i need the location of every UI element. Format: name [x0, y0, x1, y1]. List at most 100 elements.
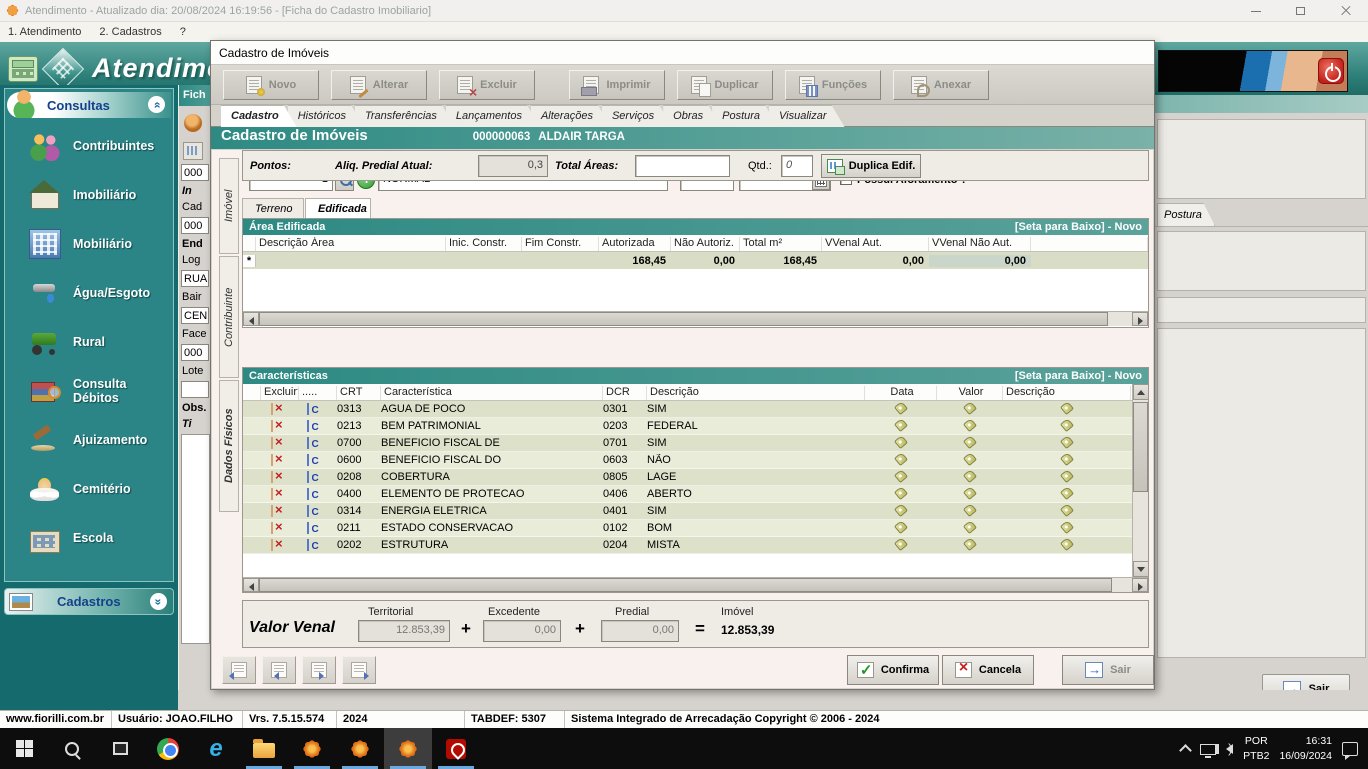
imprimir-button[interactable]: Imprimir	[569, 69, 665, 100]
scroll-left-button[interactable]	[243, 578, 259, 592]
back-tab-postura[interactable]: Postura	[1157, 203, 1215, 226]
characteristic-c-icon[interactable]	[307, 420, 309, 432]
sidebar-item-agua-esgoto[interactable]: Água/Esgoto	[5, 268, 173, 317]
descricao-tag-icon[interactable]	[1059, 402, 1075, 415]
descricao-tag-icon[interactable]	[1059, 538, 1075, 551]
tab-historicos[interactable]: Históricos	[288, 105, 364, 127]
valor-tag-icon[interactable]	[962, 487, 978, 500]
subtab-edificada[interactable]: Edificada	[305, 198, 371, 218]
funcoes-button[interactable]: Funções	[785, 69, 881, 100]
scroll-thumb[interactable]	[1133, 402, 1148, 492]
aliq-predial-input[interactable]: 0,3	[478, 155, 548, 177]
valor-tag-icon[interactable]	[962, 521, 978, 534]
back-field[interactable]	[181, 381, 209, 398]
first-record-button[interactable]	[222, 656, 256, 684]
tab-lancamentos[interactable]: Lançamentos	[446, 105, 540, 127]
start-button[interactable]	[0, 728, 48, 769]
sidebar-item-rural[interactable]: Rural	[5, 317, 173, 366]
fiorilli-app-button-1[interactable]	[288, 728, 336, 769]
descricao-tag-icon[interactable]	[1059, 453, 1075, 466]
sidebar-item-ajuizamento[interactable]: Ajuizamento	[5, 415, 173, 464]
sidebar-item-imobiliario[interactable]: Imobiliário	[5, 170, 173, 219]
sidebar-group-consultas[interactable]: Consultas	[7, 88, 171, 118]
data-tag-icon[interactable]	[893, 487, 909, 500]
valor-tag-icon[interactable]	[962, 504, 978, 517]
descricao-tag-icon[interactable]	[1059, 419, 1075, 432]
data-tag-icon[interactable]	[893, 504, 909, 517]
menu-atendimento[interactable]: 1. Atendimento	[8, 26, 81, 38]
characteristic-c-icon[interactable]	[307, 454, 309, 466]
valor-tag-icon[interactable]	[962, 436, 978, 449]
menu-cadastros[interactable]: 2. Cadastros	[99, 26, 161, 38]
next-record-button[interactable]	[302, 656, 336, 684]
sidebar-item-consulta-debitos[interactable]: Consulta Débitos	[5, 366, 173, 415]
clock[interactable]: 16:31 16/09/2024	[1279, 734, 1332, 762]
back-field[interactable]: 000	[181, 217, 209, 234]
characteristic-c-icon[interactable]	[307, 437, 309, 449]
table-row[interactable]: 0600 BENEFICIO FISCAL DO 0603 NÃO	[243, 452, 1132, 469]
descricao-tag-icon[interactable]	[1059, 470, 1075, 483]
tab-visualizar[interactable]: Visualizar	[769, 105, 845, 127]
valor-tag-icon[interactable]	[962, 453, 978, 466]
data-tag-icon[interactable]	[893, 436, 909, 449]
tab-postura[interactable]: Postura	[712, 105, 778, 127]
delete-row-icon[interactable]	[271, 403, 273, 415]
delete-row-icon[interactable]	[271, 488, 273, 500]
characteristic-c-icon[interactable]	[307, 505, 309, 517]
explorer-taskbar-button[interactable]	[240, 728, 288, 769]
delete-row-icon[interactable]	[271, 437, 273, 449]
sair-button[interactable]: Sair	[1062, 655, 1154, 685]
fiorilli-app-button-active[interactable]	[384, 728, 432, 769]
tab-servicos[interactable]: Serviços	[602, 105, 672, 127]
excluir-button[interactable]: Excluir	[439, 69, 535, 100]
novo-button[interactable]: Novo	[223, 69, 319, 100]
task-view-button[interactable]	[96, 728, 144, 769]
back-field[interactable]: RUA	[181, 270, 209, 287]
sidebar-group-cadastros[interactable]: Cadastros	[4, 588, 174, 615]
table-row[interactable]: 0313 AGUA DE POCO 0301 SIM	[243, 401, 1132, 418]
subtab-terreno[interactable]: Terreno	[242, 198, 304, 218]
delete-row-icon[interactable]	[271, 505, 273, 517]
data-tag-icon[interactable]	[893, 419, 909, 432]
qtd-input[interactable]: 0	[781, 155, 813, 177]
collapse-down-icon[interactable]	[150, 593, 167, 610]
data-tag-icon[interactable]	[893, 402, 909, 415]
minimize-button[interactable]	[1233, 0, 1278, 22]
table-row[interactable]: 0211 ESTADO CONSERVACAO 0102 BOM	[243, 520, 1132, 537]
acrobat-taskbar-button[interactable]	[432, 728, 480, 769]
fiorilli-app-button-2[interactable]	[336, 728, 384, 769]
back-tab-ficha[interactable]: Fich	[179, 85, 210, 106]
delete-row-icon[interactable]	[271, 420, 273, 432]
vtab-imovel[interactable]: Imóvel	[219, 158, 239, 254]
descricao-tag-icon[interactable]	[1059, 487, 1075, 500]
table-row[interactable]: 0202 ESTRUTURA 0204 MISTA	[243, 537, 1132, 554]
menu-help[interactable]: ?	[180, 26, 186, 38]
duplica-edif-button[interactable]: Duplica Edif.	[821, 154, 921, 178]
descricao-tag-icon[interactable]	[1059, 436, 1075, 449]
valor-tag-icon[interactable]	[962, 419, 978, 432]
delete-row-icon[interactable]	[271, 539, 273, 551]
taskbar-search-button[interactable]	[48, 728, 96, 769]
characteristic-c-icon[interactable]	[307, 488, 309, 500]
data-tag-icon[interactable]	[893, 521, 909, 534]
total-areas-input[interactable]	[635, 155, 730, 177]
scroll-down-button[interactable]	[1133, 561, 1149, 577]
collapse-up-icon[interactable]	[148, 96, 165, 113]
speaker-icon[interactable]	[1215, 741, 1234, 756]
tab-transferencias[interactable]: Transferências	[355, 105, 455, 127]
delete-row-icon[interactable]	[271, 522, 273, 534]
data-tag-icon[interactable]	[893, 453, 909, 466]
sidebar-item-cemiterio[interactable]: Cemitério	[5, 464, 173, 513]
descricao-tag-icon[interactable]	[1059, 504, 1075, 517]
anexar-button[interactable]: Anexar	[893, 69, 989, 100]
valor-tag-icon[interactable]	[962, 402, 978, 415]
back-field[interactable]: CEN	[181, 307, 209, 324]
back-card-icon[interactable]	[183, 142, 203, 160]
table-row-selected[interactable]: 0213 BEM PATRIMONIAL 0203 FEDERAL	[243, 418, 1132, 435]
alterar-button[interactable]: Alterar	[331, 69, 427, 100]
scroll-right-button[interactable]	[1132, 578, 1148, 592]
characteristic-c-icon[interactable]	[307, 403, 309, 415]
valor-tag-icon[interactable]	[962, 538, 978, 551]
sidebar-item-mobiliario[interactable]: Mobiliário	[5, 219, 173, 268]
network-icon[interactable]	[1200, 744, 1217, 758]
